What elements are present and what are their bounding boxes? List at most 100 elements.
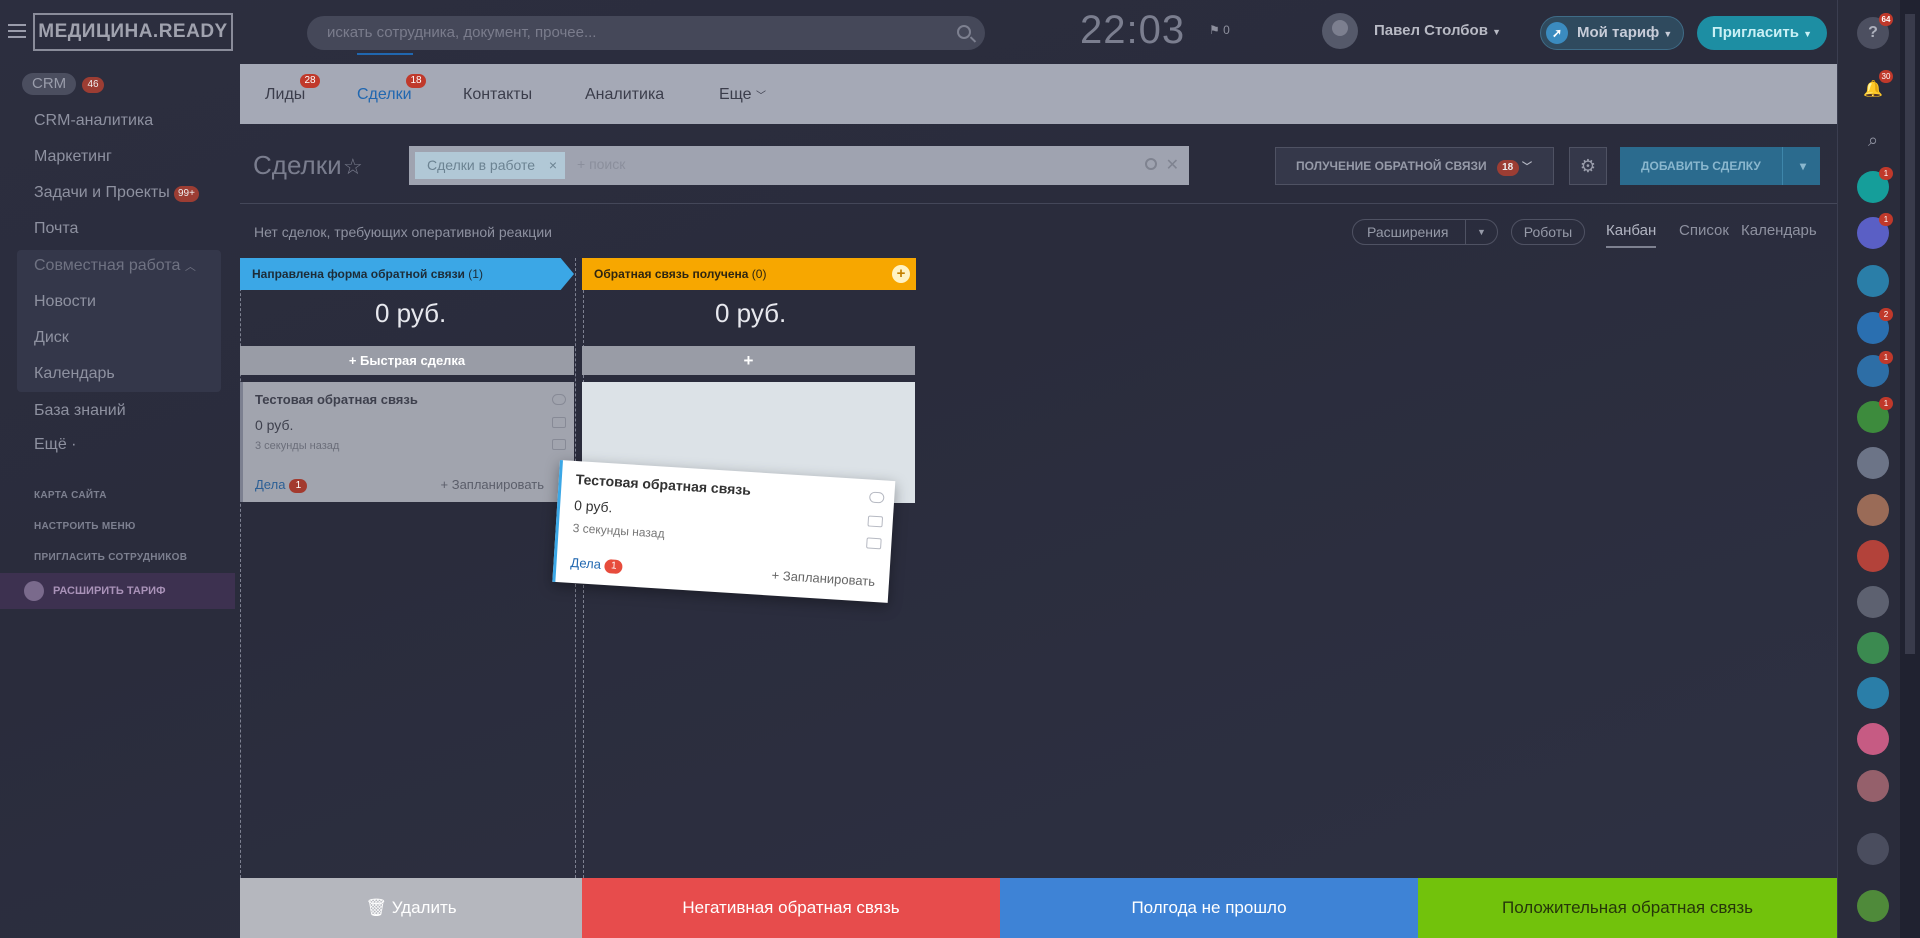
- user-menu[interactable]: Павел Столбов ▼: [1374, 22, 1501, 39]
- quick-deal-button[interactable]: +: [582, 346, 915, 375]
- search-icon[interactable]: ⌕: [1857, 124, 1889, 156]
- star-icon[interactable]: ☆: [343, 154, 363, 180]
- deal-title[interactable]: Тестовая обратная связь: [255, 392, 418, 407]
- avatar[interactable]: [1857, 447, 1889, 479]
- sidebar-item-mail[interactable]: Почта: [34, 220, 78, 238]
- clock[interactable]: 22:03: [1080, 8, 1185, 53]
- upgrade-tariff-button[interactable]: РАСШИРИТЬ ТАРИФ: [0, 573, 235, 609]
- flag-counter[interactable]: ⚑ 0: [1209, 23, 1230, 37]
- deal-title[interactable]: Тестовая обратная связь: [575, 471, 751, 498]
- my-tariff-button[interactable]: ➚ Мой тариф ▼: [1540, 16, 1684, 50]
- quick-deal-button[interactable]: + Быстрая сделка: [240, 346, 574, 375]
- funnel-select[interactable]: ПОЛУЧЕНИЕ ОБРАТНОЙ СВЯЗИ 18 ﹀: [1275, 147, 1554, 185]
- positive-feedback-drop-zone[interactable]: Положительная обратная связь: [1418, 878, 1837, 938]
- sidebar-item-calendar[interactable]: Календарь: [34, 365, 115, 383]
- stage-header-received[interactable]: Обратная связь получена (0) +: [582, 258, 916, 290]
- clear-icon[interactable]: ✕: [1166, 155, 1179, 175]
- tab-analytics[interactable]: Аналитика: [585, 86, 664, 104]
- filter-search-input[interactable]: + поиск: [577, 156, 625, 172]
- scrollbar[interactable]: [1900, 0, 1920, 938]
- crm-icon[interactable]: [1857, 632, 1889, 664]
- plan-link[interactable]: + Запланировать: [771, 568, 875, 589]
- plan-link[interactable]: + Запланировать: [441, 477, 544, 492]
- user-icon[interactable]: 1: [1857, 397, 1893, 433]
- filter-search-bar[interactable]: Сделки в работе × + поиск ✕: [409, 146, 1189, 185]
- trash-icon: 🗑: [365, 898, 387, 917]
- deal-activities-link[interactable]: Дела 1: [570, 555, 624, 575]
- view-calendar[interactable]: Календарь: [1741, 222, 1817, 239]
- stage-title: Направлена форма обратной связи: [252, 267, 465, 281]
- mail-icon[interactable]: [552, 417, 566, 428]
- add-deal-button[interactable]: ДОБАВИТЬ СДЕЛКУ ▾: [1620, 147, 1820, 185]
- chevron-down-icon[interactable]: ▼: [1465, 220, 1497, 244]
- search-input[interactable]: искать сотрудника, документ, прочее...: [307, 16, 985, 50]
- deal-price: 0 руб.: [255, 417, 294, 433]
- extensions-button[interactable]: Расширения ▼: [1352, 219, 1498, 245]
- chat-icon[interactable]: [552, 439, 566, 450]
- avatar[interactable]: [1857, 723, 1889, 755]
- phone-icon[interactable]: [552, 394, 566, 405]
- phone-icon[interactable]: [1857, 540, 1889, 572]
- sidebar-group-title[interactable]: Совместная работа ︿: [34, 257, 196, 275]
- no-deals-notice: Нет сделок, требующих оперативной реакци…: [254, 224, 552, 240]
- search-icon[interactable]: [1145, 158, 1157, 170]
- menu-burger-icon[interactable]: [8, 24, 26, 38]
- exit-icon[interactable]: [1857, 833, 1889, 865]
- view-kanban[interactable]: Канбан: [1606, 222, 1656, 239]
- search-icon[interactable]: [957, 25, 971, 39]
- bell-icon[interactable]: 🔔 30: [1857, 70, 1893, 106]
- chevron-down-icon[interactable]: ▾: [1800, 147, 1806, 185]
- filter-chip[interactable]: Сделки в работе ×: [415, 152, 566, 179]
- sidebar-item-disk[interactable]: Диск: [34, 329, 69, 347]
- sidebar-item-more[interactable]: Ещё ·: [34, 436, 77, 454]
- sidebar-item-marketing[interactable]: Маркетинг: [34, 148, 112, 166]
- configure-menu-link[interactable]: НАСТРОИТЬ МЕНЮ: [34, 521, 136, 532]
- user-icon[interactable]: [1857, 677, 1889, 709]
- user-avatar[interactable]: [1322, 13, 1358, 49]
- sidebar-item-tasks[interactable]: Задачи и Проекты: [34, 184, 170, 202]
- invite-button[interactable]: Пригласить ▼: [1697, 16, 1827, 50]
- phone-icon[interactable]: [1857, 890, 1889, 922]
- deal-card[interactable]: Тестовая обратная связь 0 руб. 3 секунды…: [240, 382, 574, 502]
- close-icon[interactable]: ×: [549, 152, 557, 179]
- help-icon[interactable]: ? 64: [1857, 13, 1893, 49]
- tab-deals[interactable]: Сделки: [357, 86, 412, 104]
- view-list[interactable]: Список: [1679, 222, 1729, 239]
- delete-label: Удалить: [391, 898, 457, 917]
- crm-counter: 46: [82, 77, 104, 93]
- leads-badge: 28: [300, 74, 320, 88]
- tab-leads[interactable]: Лиды: [265, 86, 305, 104]
- active-tab-underline: [357, 53, 413, 55]
- tab-more[interactable]: Еще ﹀: [719, 86, 766, 104]
- add-stage-icon[interactable]: +: [892, 265, 910, 283]
- sidebar-item-knowledge[interactable]: База знаний: [34, 402, 126, 420]
- chat-icon[interactable]: [866, 537, 882, 550]
- tab-contacts[interactable]: Контакты: [463, 86, 532, 104]
- invite-employees-link[interactable]: ПРИГЛАСИТЬ СОТРУДНИКОВ: [34, 552, 187, 563]
- phone-icon[interactable]: 1: [1857, 167, 1893, 203]
- gear-icon[interactable]: ⚙: [1569, 147, 1607, 185]
- crm-icon[interactable]: [1857, 586, 1889, 618]
- avatar[interactable]: [1857, 770, 1889, 802]
- delete-drop-zone[interactable]: 🗑 Удалить: [240, 878, 582, 938]
- half-year-drop-zone[interactable]: Полгода не прошло: [1000, 878, 1418, 938]
- avatar[interactable]: [1857, 494, 1889, 526]
- stage-header-sent[interactable]: Направлена форма обратной связи (1): [240, 258, 574, 290]
- negative-feedback-drop-zone[interactable]: Негативная обратная связь: [582, 878, 1000, 938]
- phone-icon[interactable]: [868, 491, 885, 504]
- robots-button[interactable]: Роботы: [1511, 219, 1585, 245]
- sitemap-link[interactable]: КАРТА САЙТА: [34, 490, 107, 501]
- phone-icon[interactable]: 1: [1857, 213, 1893, 249]
- portal-logo[interactable]: МЕДИЦИНА.READY: [33, 13, 233, 51]
- dragged-deal-card[interactable]: Тестовая обратная связь 0 руб. 3 секунды…: [552, 460, 896, 603]
- mail-icon[interactable]: [867, 515, 884, 528]
- chat-icon[interactable]: 2: [1857, 308, 1893, 344]
- sidebar-item-crm-analytics[interactable]: CRM-аналитика: [34, 112, 153, 130]
- sidebar-item-crm[interactable]: CRM: [22, 73, 77, 95]
- stage-title: Обратная связь получена: [594, 267, 749, 281]
- user-icon[interactable]: [1857, 265, 1889, 297]
- phone-icon[interactable]: 1: [1857, 351, 1893, 387]
- sidebar-item-news[interactable]: Новости: [34, 293, 96, 311]
- scrollbar-thumb[interactable]: [1905, 14, 1915, 654]
- deal-activities-link[interactable]: Дела 1: [255, 477, 308, 493]
